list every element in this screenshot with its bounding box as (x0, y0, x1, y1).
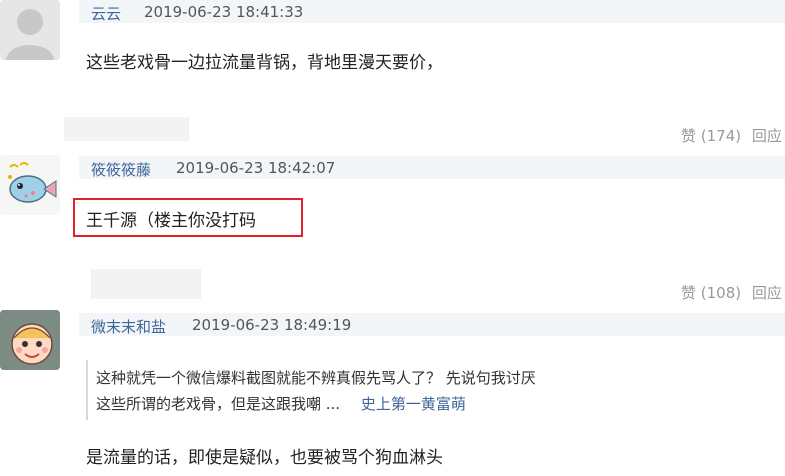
comment-meta-bar: 筱筱筱藤 2019-06-23 18:42:07 (79, 156, 785, 179)
username-link[interactable]: 云云 (91, 3, 121, 24)
avatar-fish[interactable] (0, 155, 60, 215)
default-person-icon (0, 0, 60, 60)
comment-timestamp: 2019-06-23 18:49:19 (192, 316, 352, 334)
comment-text: 是流量的话，即使是疑似，也要被骂个狗血淋头 (86, 448, 443, 468)
username-link[interactable]: 微末末和盐 (91, 316, 166, 337)
reply-button[interactable]: 回应 (752, 284, 782, 302)
username-link[interactable]: 筱筱筱藤 (91, 159, 151, 180)
quoted-reply: 这种就凭一个微信爆料截图就能不辨真假先骂人了？ 先说句我讨厌 这些所谓的老戏骨，… (86, 360, 608, 420)
comment-actions: 赞 (174) 回应 (681, 125, 782, 146)
reply-button[interactable]: 回应 (752, 127, 782, 145)
comment-meta-bar: 云云 2019-06-23 18:41:33 (79, 0, 785, 23)
avatar-default[interactable] (0, 0, 60, 60)
quote-author-link[interactable]: 史上第一黄富萌 (361, 395, 466, 413)
cartoon-character-icon (0, 310, 60, 370)
quote-text-line2-content: 这些所谓的老戏骨，但是这跟我嘲 ... (96, 395, 341, 413)
cartoon-fish-icon (0, 155, 60, 215)
like-button[interactable]: 赞 (108) (681, 284, 741, 302)
comment-actions: 赞 (108) 回应 (681, 282, 782, 303)
comment-text: 这些老戏骨一边拉流量背锅，背地里漫天要价， (86, 53, 443, 73)
redacted-username (64, 117, 189, 141)
comment-text: 王千源（楼主你没打码 (86, 211, 256, 231)
quote-text-line1: 这种就凭一个微信爆料截图就能不辨真假先骂人了？ 先说句我讨厌 (96, 369, 536, 387)
comment-timestamp: 2019-06-23 18:41:33 (144, 3, 304, 21)
avatar-cartoon[interactable] (0, 310, 60, 370)
like-button[interactable]: 赞 (174) (681, 127, 741, 145)
comment-timestamp: 2019-06-23 18:42:07 (176, 159, 336, 177)
quote-text-line2: 这些所谓的老戏骨，但是这跟我嘲 ... 史上第一黄富萌 (96, 393, 466, 414)
redacted-username (91, 269, 201, 299)
comment-meta-bar: 微末末和盐 2019-06-23 18:49:19 (79, 313, 785, 336)
